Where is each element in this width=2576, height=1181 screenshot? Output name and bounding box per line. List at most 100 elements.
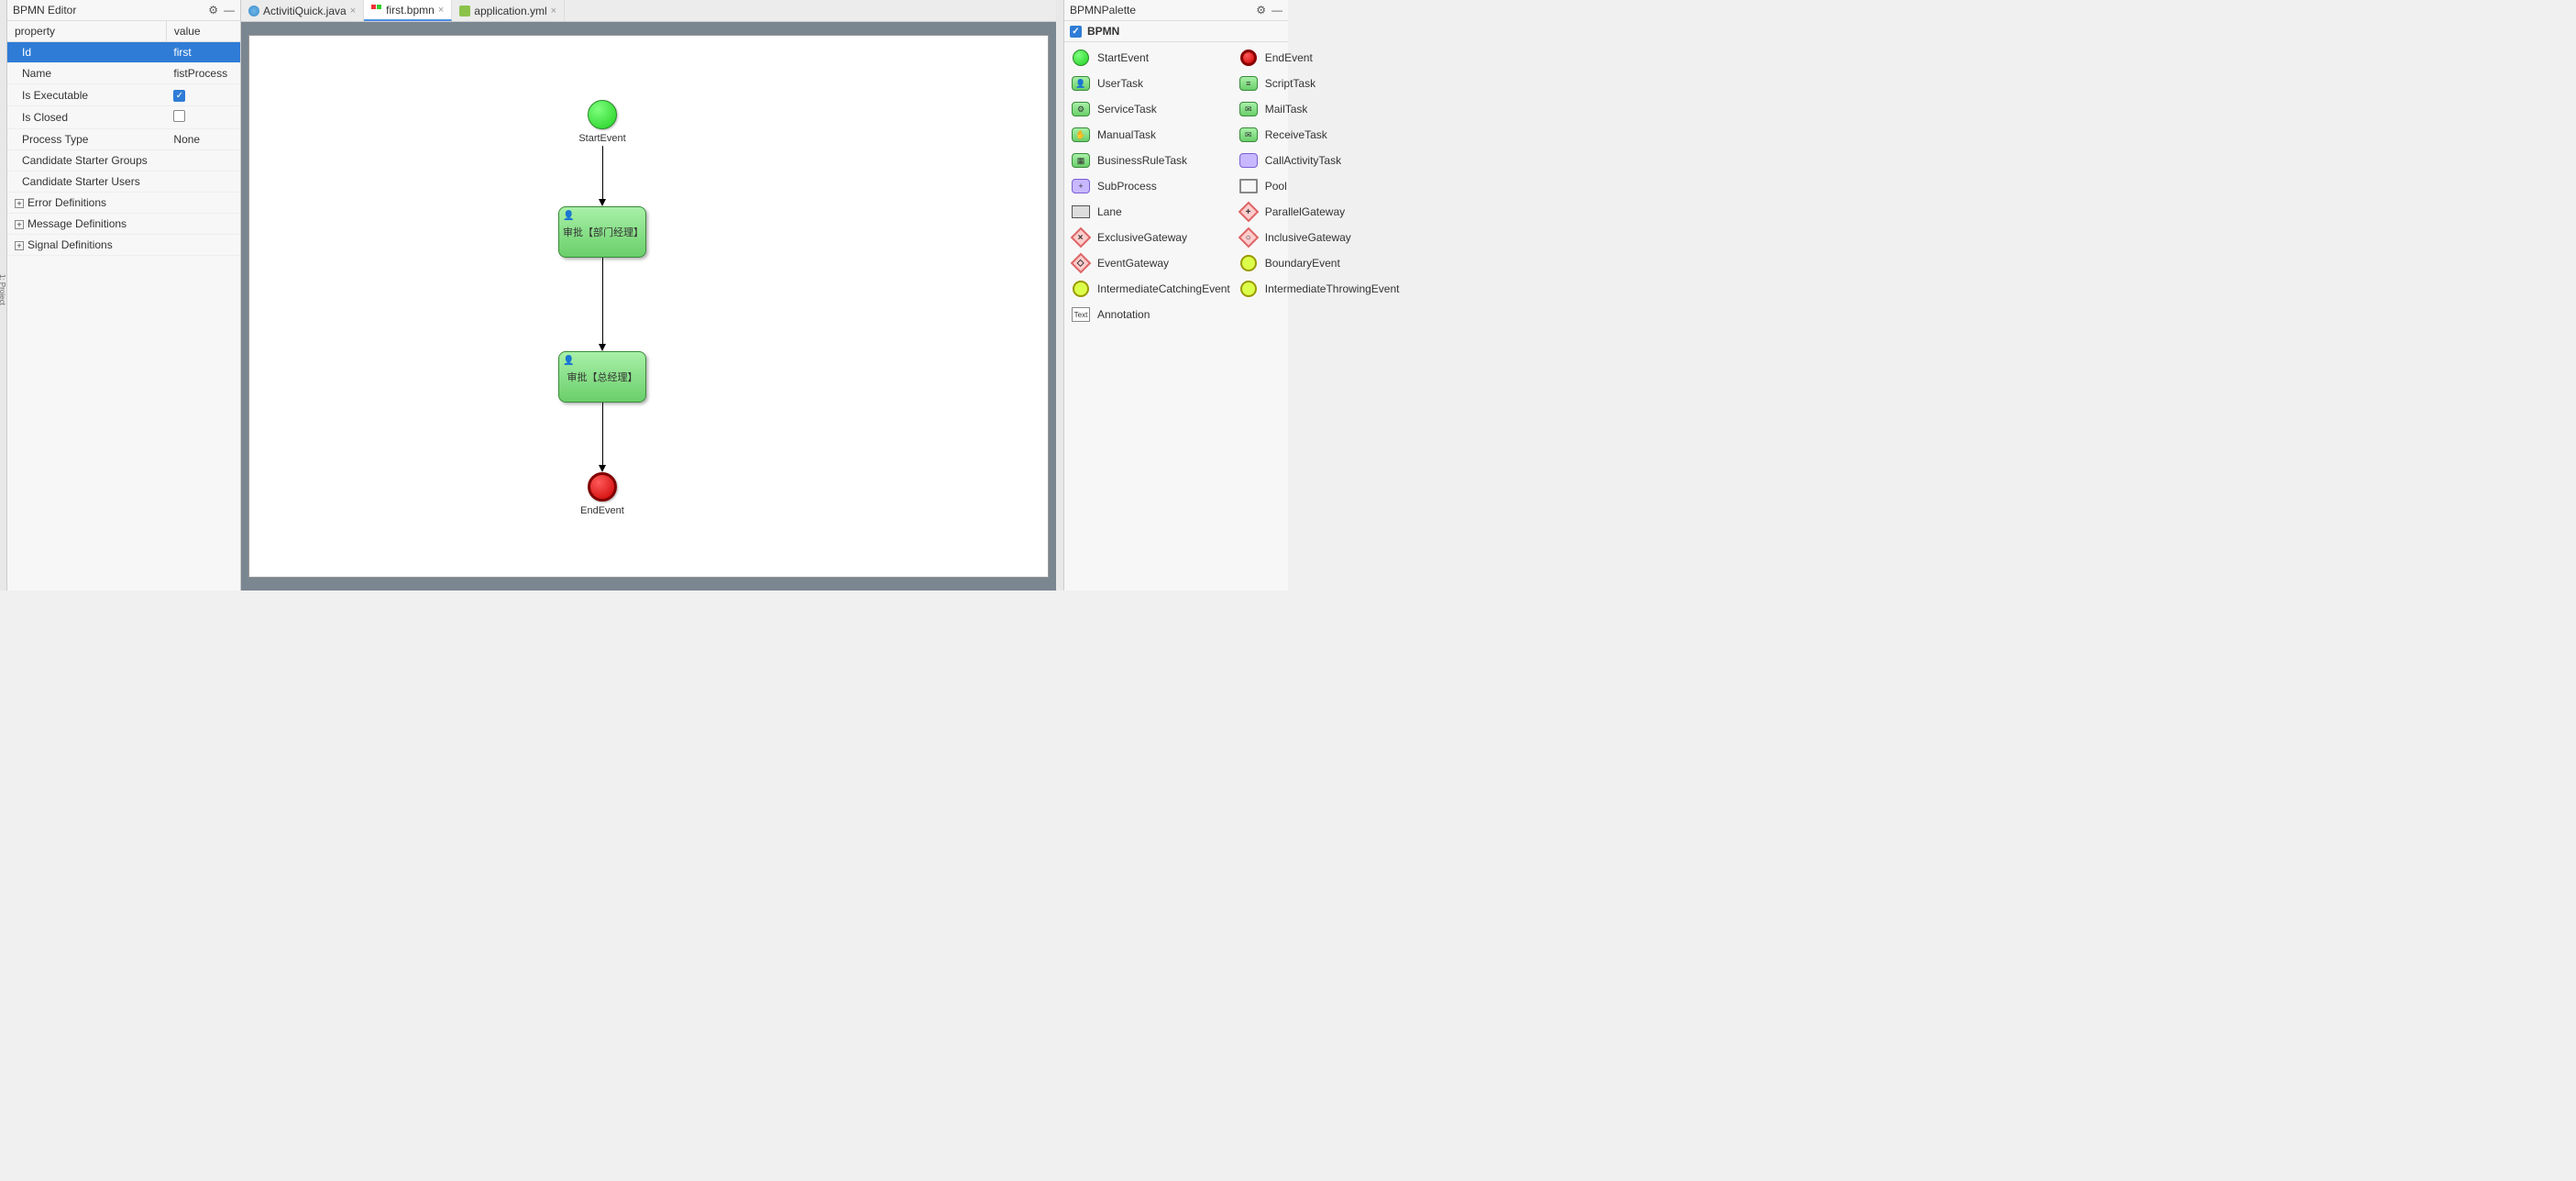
gear-icon[interactable]: ⚙ — [208, 4, 218, 17]
flow-arrow[interactable] — [602, 403, 603, 467]
palette-item-inclusivegateway[interactable]: ○InclusiveGateway — [1236, 226, 1402, 249]
user-icon: 👤 — [563, 211, 574, 221]
col-property[interactable]: property — [7, 21, 166, 42]
prop-row-executable[interactable]: Is Executable ✓ — [7, 84, 240, 106]
prop-row-name[interactable]: Name fistProcess — [7, 63, 240, 84]
expand-icon[interactable]: + — [15, 199, 24, 208]
palette-item-subprocess[interactable]: +SubProcess — [1068, 174, 1232, 198]
error-definitions-row[interactable]: +Error Definitions — [7, 193, 240, 214]
eventgw-icon: ◇ — [1070, 254, 1092, 272]
palette-item-label: ParallelGateway — [1265, 205, 1345, 218]
palette-item-label: ReceiveTask — [1265, 128, 1327, 141]
user-task-1-node[interactable]: 👤 审批【部门经理】 — [558, 206, 646, 258]
anno-icon: Text — [1070, 305, 1092, 324]
palette-item-manualtask[interactable]: ✋ManualTask — [1068, 123, 1232, 147]
palette-item-label: ServiceTask — [1097, 103, 1157, 116]
arrow-head-icon — [599, 344, 606, 351]
center-panel: ActivitiQuick.java × first.bpmn × applic… — [241, 0, 1056, 590]
palette-item-intermediatecatchingevent[interactable]: IntermediateCatchingEvent — [1068, 277, 1232, 301]
palette-item-label: StartEvent — [1097, 51, 1149, 64]
palette-item-mailtask[interactable]: ✉MailTask — [1236, 97, 1402, 121]
palette-item-label: EndEvent — [1265, 51, 1313, 64]
executable-checkbox[interactable]: ✓ — [173, 90, 185, 102]
palette-grid: StartEventEndEvent👤UserTask≡ScriptTask⚙S… — [1064, 42, 1288, 330]
user-task-box[interactable]: 👤 审批【部门经理】 — [558, 206, 646, 258]
rule-icon: ▦ — [1070, 151, 1092, 170]
palette-item-scripttask[interactable]: ≡ScriptTask — [1236, 72, 1402, 95]
start-icon — [1070, 49, 1092, 67]
bpmn-canvas[interactable]: StartEvent 👤 审批【部门经理】 👤 审批【总经理】 — [248, 35, 1049, 578]
prop-row-starter-groups[interactable]: Candidate Starter Groups — [7, 150, 240, 171]
end-event-node[interactable]: EndEvent — [575, 472, 630, 516]
palette-item-boundaryevent[interactable]: BoundaryEvent — [1236, 251, 1402, 275]
tab-application-yml[interactable]: application.yml × — [452, 0, 565, 21]
palette-item-label: CallActivityTask — [1265, 154, 1341, 167]
section-checkbox[interactable]: ✓ — [1070, 26, 1082, 38]
bpmn-file-icon — [371, 5, 382, 16]
bpmn-palette-panel: BPMNPalette ⚙ — ✓ BPMN StartEventEndEven… — [1063, 0, 1288, 590]
left-tool-gutter[interactable]: 1: Project 2: Structure BPMN Editor 2: F… — [0, 0, 7, 590]
palette-item-annotation[interactable]: TextAnnotation — [1068, 303, 1232, 326]
java-file-icon — [248, 6, 259, 17]
center-scrollbar[interactable] — [1056, 0, 1063, 590]
boundary-icon — [1238, 254, 1260, 272]
gutter-project[interactable]: 1: Project — [0, 274, 6, 316]
palette-item-pool[interactable]: Pool — [1236, 174, 1402, 198]
palette-item-businessruletask[interactable]: ▦ BusinessRuleTask — [1068, 149, 1232, 172]
minimize-icon[interactable]: — — [224, 4, 235, 17]
palette-item-parallelgateway[interactable]: +ParallelGateway — [1236, 200, 1402, 224]
user-task-2-node[interactable]: 👤 审批【总经理】 — [558, 351, 646, 403]
flow-arrow[interactable] — [602, 146, 603, 201]
close-icon[interactable]: × — [438, 5, 444, 16]
palette-item-receivetask[interactable]: ✉ ReceiveTask — [1236, 123, 1402, 147]
gear-icon[interactable]: ⚙ — [1256, 4, 1266, 17]
palette-item-eventgateway[interactable]: ◇EventGateway — [1068, 251, 1232, 275]
start-event-circle[interactable] — [588, 100, 617, 129]
col-value[interactable]: value — [166, 21, 240, 42]
expand-icon[interactable]: + — [15, 241, 24, 250]
palette-item-label: IntermediateCatchingEvent — [1097, 282, 1230, 295]
palette-item-usertask[interactable]: 👤UserTask — [1068, 72, 1232, 95]
expand-icon[interactable]: + — [15, 220, 24, 229]
editor-panel-title: BPMN Editor — [13, 4, 76, 17]
start-event-label: StartEvent — [575, 133, 630, 144]
palette-section-header[interactable]: ✓ BPMN — [1064, 21, 1288, 42]
end-event-circle[interactable] — [588, 472, 617, 502]
user-task-box[interactable]: 👤 审批【总经理】 — [558, 351, 646, 403]
prop-row-starter-users[interactable]: Candidate Starter Users — [7, 171, 240, 193]
palette-item-startevent[interactable]: StartEvent — [1068, 46, 1232, 70]
palette-item-label: SubProcess — [1097, 180, 1157, 193]
palette-item-exclusivegateway[interactable]: ×ExclusiveGateway — [1068, 226, 1232, 249]
close-icon[interactable]: × — [551, 6, 556, 17]
prop-row-id[interactable]: Id first — [7, 42, 240, 63]
signal-definitions-row[interactable]: +Signal Definitions — [7, 235, 240, 256]
editor-panel-header: BPMN Editor ⚙ — — [7, 0, 240, 21]
tab-first-bpmn[interactable]: first.bpmn × — [364, 0, 452, 21]
minimize-icon[interactable]: — — [1271, 4, 1282, 17]
start-event-node[interactable]: StartEvent — [575, 100, 630, 144]
call-icon — [1238, 151, 1260, 170]
palette-item-callactivitytask[interactable]: CallActivityTask — [1236, 149, 1402, 172]
palette-item-lane[interactable]: Lane — [1068, 200, 1232, 224]
receive-icon: ✉ — [1238, 126, 1260, 144]
end-icon — [1238, 49, 1260, 67]
service-icon: ⚙ — [1070, 100, 1092, 118]
canvas-viewport[interactable]: StartEvent 👤 审批【部门经理】 👤 审批【总经理】 — [241, 22, 1056, 590]
catch-icon — [1070, 280, 1092, 298]
script-icon: ≡ — [1238, 74, 1260, 93]
message-definitions-row[interactable]: +Message Definitions — [7, 214, 240, 235]
palette-item-servicetask[interactable]: ⚙ ServiceTask — [1068, 97, 1232, 121]
tab-activiti-quick-java[interactable]: ActivitiQuick.java × — [241, 0, 364, 21]
prop-row-closed[interactable]: Is Closed — [7, 106, 240, 129]
closed-checkbox[interactable] — [173, 110, 185, 122]
flow-arrow[interactable] — [602, 258, 603, 346]
close-icon[interactable]: × — [350, 6, 356, 17]
palette-item-label: BusinessRuleTask — [1097, 154, 1187, 167]
yml-file-icon — [459, 6, 470, 17]
palette-item-endevent[interactable]: EndEvent — [1236, 46, 1402, 70]
palette-item-label: InclusiveGateway — [1265, 231, 1351, 244]
palette-item-label: ManualTask — [1097, 128, 1156, 141]
prop-row-process-type[interactable]: Process Type None — [7, 129, 240, 150]
palette-item-label: ExclusiveGateway — [1097, 231, 1187, 244]
palette-item-intermediatethrowingevent[interactable]: IntermediateThrowingEvent — [1236, 277, 1402, 301]
